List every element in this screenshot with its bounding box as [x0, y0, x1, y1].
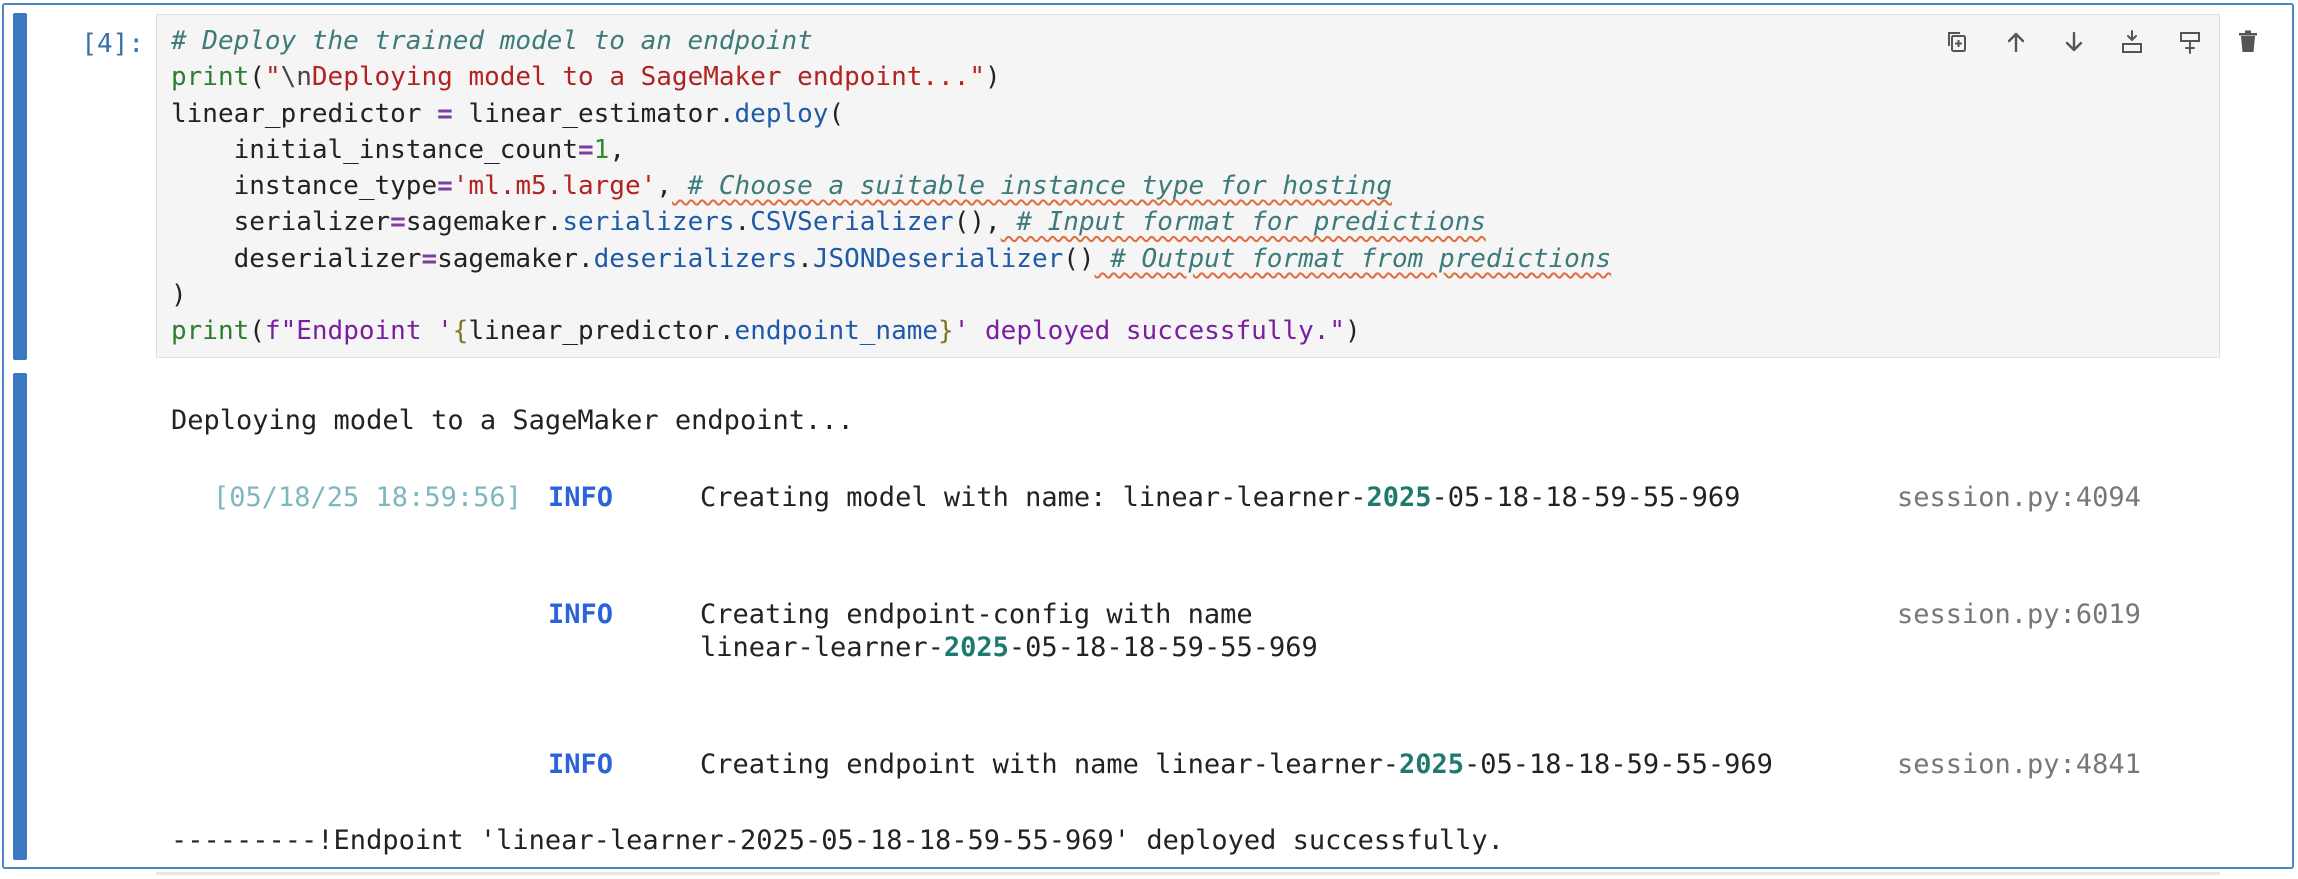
code-token: # Input format for predictions: [1000, 207, 1486, 238]
code-token: 1: [593, 134, 610, 165]
output-stream-line: Deploying model to a SageMaker endpoint.…: [171, 405, 854, 436]
code-line: instance_type='ml.m5.large', # Choose a …: [171, 168, 1611, 204]
code-line: print("\nDeploying model to a SageMaker …: [171, 59, 1611, 95]
code-token: ): [171, 280, 187, 311]
code-token: f"Endpoint ': [264, 316, 453, 347]
code-token: =: [421, 243, 438, 274]
code-token: {: [452, 316, 469, 347]
code-token: (),: [953, 207, 1001, 238]
insert-above-icon: [2122, 30, 2142, 53]
code-line: deserializer=sagemaker.deserializers.JSO…: [171, 241, 1612, 277]
code-token: =: [437, 98, 453, 129]
code-token: deserializers: [593, 243, 798, 274]
code-token: =: [390, 207, 406, 238]
code-token: linear_estimator.: [452, 98, 735, 129]
insert-above-button[interactable]: [2114, 24, 2150, 60]
code-token: ): [1345, 316, 1361, 347]
log-message: Creating model with name: linear-learner…: [700, 482, 1741, 513]
log-source: session.py:4841: [1897, 749, 2141, 780]
code-token: serializer: [171, 207, 391, 238]
code-token: CSVSerializer: [750, 207, 954, 238]
code-line: print(f"Endpoint '{linear_predictor.endp…: [171, 313, 1611, 349]
code-token: (: [249, 62, 265, 93]
log-message-continuation: linear-learner-2025-05-18-18-59-55-969: [700, 632, 1318, 663]
output-collapser[interactable]: [13, 373, 27, 860]
code-token: deploy: [734, 98, 829, 129]
output-final-line: ---------!Endpoint 'linear-learner-2025-…: [171, 825, 1504, 856]
code-token: ): [985, 62, 1001, 93]
log-level-info: INFO: [548, 482, 614, 513]
code-token: 'ml.m5.large': [452, 171, 657, 202]
code-token: deserializer: [171, 243, 422, 274]
insert-below-icon: [2180, 32, 2200, 54]
code-text[interactable]: # Deploy the trained model to an endpoin…: [171, 23, 1611, 350]
code-token: \n: [280, 62, 312, 93]
code-token: print: [171, 316, 250, 347]
code-token: endpoint_name: [734, 316, 939, 347]
log-timestamp: [05/18/25 18:59:56]: [213, 482, 522, 513]
log-level-info: INFO: [548, 749, 614, 780]
code-token: (): [1063, 243, 1095, 274]
code-token: serializers: [562, 207, 735, 238]
delete-cell-icon: [2239, 30, 2257, 52]
execution-count-prompt: [4]:: [81, 29, 144, 59]
code-editor[interactable]: # Deploy the trained model to an endpoin…: [156, 14, 2220, 358]
log-message: Creating endpoint with name linear-learn…: [700, 749, 1773, 780]
code-token: ' deployed successfully.": [953, 316, 1346, 347]
code-token: sagemaker.: [405, 207, 563, 238]
code-token: (: [828, 98, 845, 129]
code-token: (: [249, 316, 265, 347]
delete-cell-button[interactable]: [2230, 24, 2266, 60]
code-token: =: [437, 171, 453, 202]
code-token: instance_type: [171, 171, 438, 202]
code-token: ": [264, 62, 281, 93]
code-token: }: [938, 316, 954, 347]
code-token: print: [171, 62, 250, 93]
code-token: =: [578, 134, 594, 165]
move-down-button[interactable]: [2056, 24, 2092, 60]
code-token: # Choose a suitable instance type for ho…: [671, 171, 1392, 202]
move-down-icon: [2065, 31, 2083, 52]
code-token: JSONDeserializer: [812, 243, 1064, 274]
code-token: initial_instance_count: [171, 134, 578, 165]
code-line: ): [171, 277, 1611, 313]
code-line: serializer=sagemaker.serializers.CSVSeri…: [171, 204, 1611, 240]
code-token: linear_predictor.: [468, 316, 735, 347]
code-token: linear_predictor: [171, 98, 438, 129]
log-source: session.py:6019: [1897, 599, 2141, 630]
log-message: Creating endpoint-config with name: [700, 599, 1253, 630]
code-token: .: [734, 207, 751, 238]
next-cell-edge: [156, 872, 2220, 875]
code-token: sagemaker.: [437, 243, 594, 274]
input-collapser[interactable]: [13, 13, 27, 360]
move-up-icon: [2007, 32, 2025, 53]
code-token: Deploying model to a SageMaker endpoint.…: [311, 62, 985, 93]
log-source: session.py:4094: [1897, 482, 2141, 513]
code-token: # Deploy the trained model to an endpoin…: [171, 26, 813, 56]
code-token: # Output format from predictions: [1094, 243, 1612, 274]
duplicate-cell-icon: [1948, 32, 1966, 52]
code-line: initial_instance_count=1,: [171, 132, 1611, 168]
log-level-info: INFO: [548, 599, 614, 630]
code-token: .: [797, 243, 813, 274]
insert-below-button[interactable]: [2172, 24, 2208, 60]
code-line: linear_predictor = linear_estimator.depl…: [171, 96, 1611, 132]
code-token: ,: [609, 134, 625, 165]
move-up-button[interactable]: [1998, 24, 2034, 60]
code-token: ,: [656, 171, 672, 202]
duplicate-cell-button[interactable]: [1940, 24, 1976, 60]
cell-toolbar: [1940, 24, 2266, 60]
code-line: # Deploy the trained model to an endpoin…: [171, 23, 1611, 59]
